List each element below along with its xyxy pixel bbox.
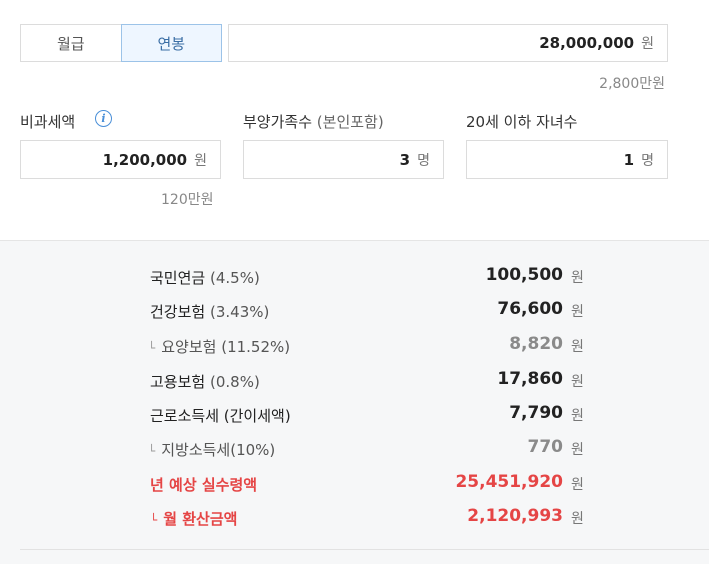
result-row-employment: 고용보험 (0.8%) 17,860 원 [0, 366, 709, 396]
result-label: 건강보험 (3.43%) [150, 303, 270, 321]
result-amount: 25,451,920 [455, 472, 563, 492]
dependents-label: 부양가족수 (본인포함) [243, 111, 384, 132]
result-label: └ 월 환산금액 [150, 510, 238, 528]
nontax-value: 1,200,000 [102, 150, 188, 169]
result-unit: 원 [571, 408, 584, 424]
result-unit: 원 [571, 442, 584, 458]
dependents-input[interactable]: 3 명 [243, 140, 444, 179]
annual-tab[interactable]: 연봉 [120, 24, 222, 62]
result-row-pension: 국민연금 (4.5%) 100,500 원 [0, 262, 709, 292]
period-toggle: 월급 연봉 [20, 24, 222, 62]
result-amount: 76,600 [497, 299, 563, 319]
result-row-local-tax: └ 지방소득세(10%) 770 원 [0, 434, 709, 464]
result-unit: 원 [571, 339, 584, 355]
result-unit: 원 [571, 511, 584, 527]
salary-value: 28,000,000 [539, 34, 635, 52]
dependents-label-paren: (본인포함) [316, 113, 384, 131]
result-label: 국민연금 (4.5%) [150, 269, 260, 287]
result-amount: 770 [527, 437, 564, 457]
result-amount: 100,500 [485, 265, 563, 285]
monthly-tab[interactable]: 월급 [20, 24, 122, 62]
info-icon[interactable]: i [95, 110, 112, 127]
result-panel: 국민연금 (4.5%) 100,500 원 건강보험 (3.43%) 76,60… [0, 240, 709, 564]
children-value: 1 [623, 150, 635, 169]
result-row-income-tax: 근로소득세 (간이세액) 7,790 원 [0, 400, 709, 430]
nontax-unit: 원 [194, 152, 207, 169]
children-input[interactable]: 1 명 [466, 140, 668, 179]
nontax-input[interactable]: 1,200,000 원 [20, 140, 221, 179]
divider [20, 549, 709, 550]
result-label: 년 예상 실수령액 [150, 476, 258, 494]
dependents-value: 3 [399, 150, 411, 169]
result-label: 근로소득세 (간이세액) [150, 407, 291, 425]
result-row-health: 건강보험 (3.43%) 76,600 원 [0, 296, 709, 326]
result-unit: 원 [571, 477, 584, 493]
salary-input[interactable]: 28,000,000 원 [228, 24, 668, 62]
nontax-note: 120만원 [161, 192, 214, 208]
result-label: 고용보험 (0.8%) [150, 373, 260, 391]
dependents-unit: 명 [417, 152, 430, 169]
children-label: 20세 이하 자녀수 [466, 113, 578, 131]
salary-unit: 원 [641, 36, 654, 52]
result-amount: 8,820 [509, 334, 563, 354]
nontax-label: 비과세액 [20, 113, 76, 131]
result-row-longterm-care: └ 요양보험 (11.52%) 8,820 원 [0, 331, 709, 361]
result-unit: 원 [571, 374, 584, 390]
result-amount: 2,120,993 [467, 506, 563, 526]
children-unit: 명 [641, 152, 654, 169]
result-row-monthly-net: └ 월 환산금액 2,120,993 원 [0, 503, 709, 533]
salary-note: 2,800만원 [599, 76, 665, 92]
result-amount: 7,790 [509, 403, 563, 423]
dependents-label-text: 부양가족수 [243, 113, 313, 131]
result-label: └ 지방소득세(10%) [148, 441, 276, 459]
result-amount: 17,860 [497, 369, 563, 389]
result-label: └ 요양보험 (11.52%) [148, 338, 291, 356]
result-unit: 원 [571, 304, 584, 320]
salary-input-panel: 월급 연봉 28,000,000 원 2,800만원 비과세액 i 부양가족수 … [0, 0, 709, 240]
result-unit: 원 [571, 270, 584, 286]
result-row-annual-net: 년 예상 실수령액 25,451,920 원 [0, 469, 709, 499]
